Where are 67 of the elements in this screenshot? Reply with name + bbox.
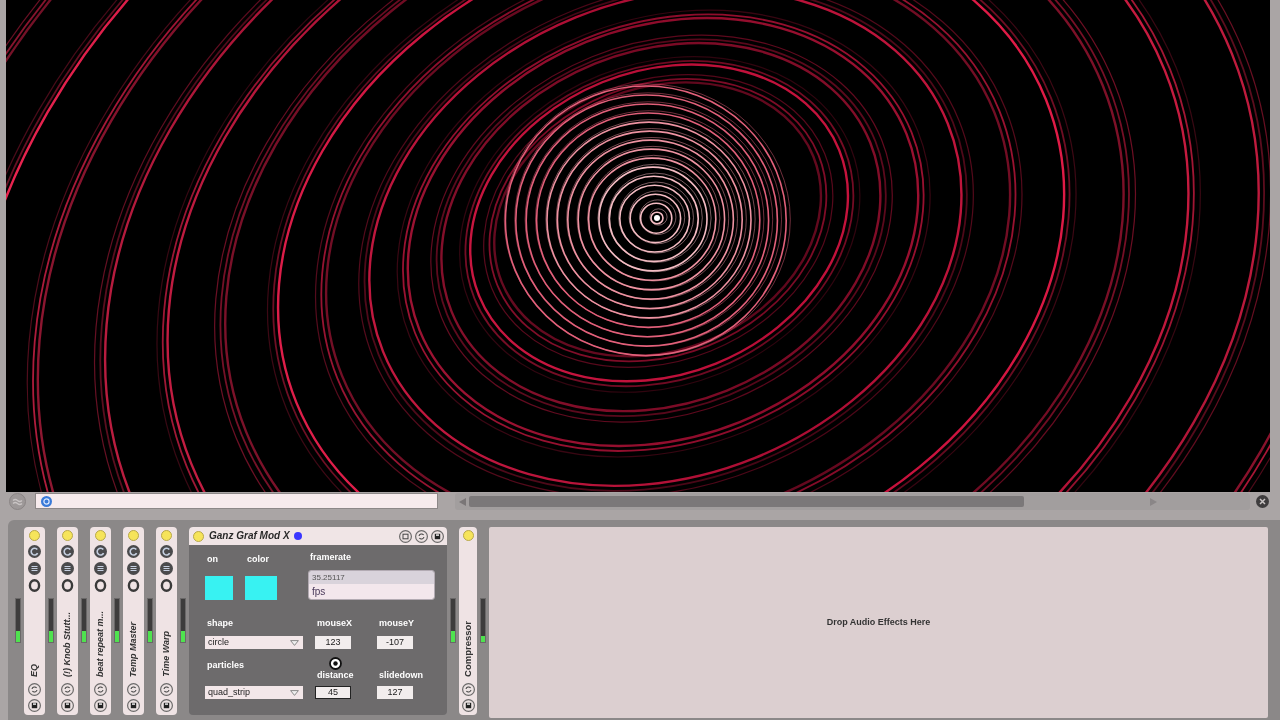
list-icon[interactable] bbox=[160, 562, 173, 575]
circle-arrow-icon[interactable] bbox=[160, 545, 173, 558]
swap-arrows-icon[interactable] bbox=[127, 683, 140, 696]
control-label: mouseY bbox=[378, 618, 414, 629]
ring-icon[interactable] bbox=[94, 579, 107, 592]
cursor-icon bbox=[329, 657, 342, 670]
ring-icon[interactable] bbox=[127, 579, 140, 592]
circle-arrow-icon[interactable] bbox=[127, 545, 140, 558]
color-swatch-icon[interactable] bbox=[245, 576, 277, 600]
device-name: Temp Master bbox=[129, 621, 138, 677]
swap-arrows-icon[interactable] bbox=[461, 683, 475, 696]
number-box[interactable]: 45 bbox=[315, 686, 351, 699]
swap-arrows-icon[interactable] bbox=[415, 529, 428, 543]
framerate-value: 35.25117 bbox=[309, 571, 434, 584]
save-icon[interactable] bbox=[94, 699, 107, 712]
device-title: Ganz Graf Mod X bbox=[209, 531, 290, 541]
list-icon[interactable] bbox=[94, 562, 107, 575]
drop-zone[interactable]: Drop Audio Effects Here bbox=[489, 527, 1268, 718]
dropdown-menu[interactable]: quad_strip bbox=[205, 686, 303, 699]
number-box[interactable]: 123 bbox=[315, 636, 351, 649]
caret-icon bbox=[290, 689, 299, 696]
circle-arrow-icon[interactable] bbox=[28, 545, 41, 558]
drop-hint-text: Drop Audio Effects Here bbox=[826, 618, 931, 627]
circle-arrow-icon[interactable] bbox=[94, 545, 107, 558]
number-box[interactable]: -107 bbox=[377, 636, 413, 649]
device-name: Time Warp bbox=[162, 631, 171, 677]
control-label: slidedown bbox=[378, 670, 423, 681]
info-icon[interactable] bbox=[41, 495, 52, 507]
window-icon[interactable] bbox=[399, 529, 412, 543]
list-icon[interactable] bbox=[127, 562, 140, 575]
number-box[interactable]: 127 bbox=[377, 686, 413, 699]
swap-arrows-icon[interactable] bbox=[28, 683, 41, 696]
device-name: EQ bbox=[30, 664, 39, 677]
swap-arrows-icon[interactable] bbox=[61, 683, 74, 696]
swap-arrows-icon[interactable] bbox=[160, 683, 173, 696]
dot-icon bbox=[293, 532, 302, 540]
control-label: color bbox=[246, 554, 269, 565]
scrollbar[interactable] bbox=[455, 493, 1250, 510]
circle-arrow-icon[interactable] bbox=[61, 545, 74, 558]
unit-text: fps bbox=[309, 584, 434, 599]
ring-icon[interactable] bbox=[61, 579, 74, 592]
save-icon[interactable] bbox=[28, 699, 41, 712]
control-label: framerate bbox=[309, 552, 352, 563]
swap-arrows-icon[interactable] bbox=[94, 683, 107, 696]
control-label: on bbox=[206, 554, 218, 565]
save-icon[interactable] bbox=[461, 699, 475, 712]
list-icon[interactable] bbox=[61, 562, 74, 575]
device-name: Compressor bbox=[463, 621, 473, 677]
caret-icon bbox=[290, 639, 299, 646]
close-icon[interactable] bbox=[1256, 495, 1269, 508]
save-icon[interactable] bbox=[160, 699, 173, 712]
text-field[interactable] bbox=[35, 493, 438, 509]
ring-icon[interactable] bbox=[160, 579, 173, 592]
save-icon[interactable] bbox=[61, 699, 74, 712]
control-label: shape bbox=[206, 618, 233, 629]
list-icon[interactable] bbox=[28, 562, 41, 575]
scroll-thumb[interactable] bbox=[469, 496, 1024, 507]
control-label: particles bbox=[206, 660, 245, 671]
control-label: distance bbox=[316, 670, 354, 681]
save-icon[interactable] bbox=[431, 529, 444, 543]
ring-icon[interactable] bbox=[28, 579, 41, 592]
save-icon[interactable] bbox=[127, 699, 140, 712]
device-name: (!) Knob Stutt... bbox=[63, 612, 72, 677]
dropdown-menu[interactable]: circle bbox=[205, 636, 303, 649]
on-toggle[interactable] bbox=[205, 576, 233, 600]
device-name: beat repeat m... bbox=[96, 610, 105, 677]
control-label: mouseX bbox=[316, 618, 352, 629]
